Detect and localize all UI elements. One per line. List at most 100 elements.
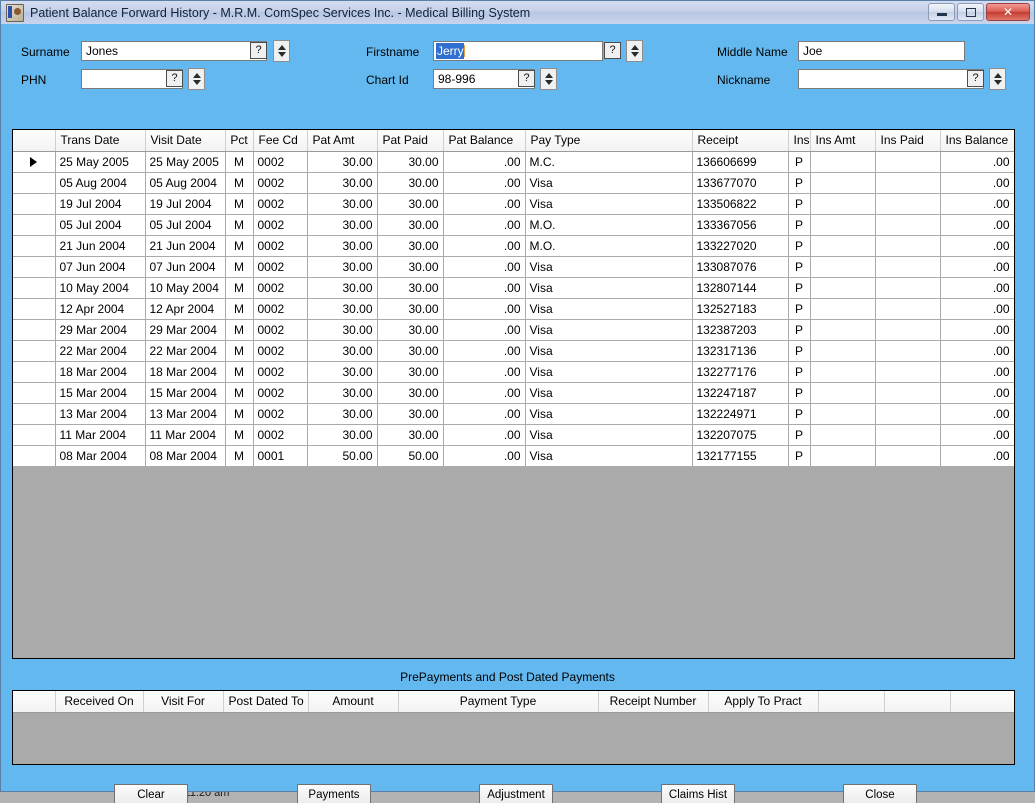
cell-trans-date[interactable]: 21 Jun 2004 <box>55 235 146 257</box>
cell-ins[interactable]: P <box>788 361 811 383</box>
cell-trans-date[interactable]: 12 Apr 2004 <box>55 298 146 320</box>
cell-pay-type[interactable]: M.C. <box>525 151 693 173</box>
row-selector[interactable] <box>13 193 56 215</box>
cell-pat-balance[interactable]: .00 <box>443 256 526 278</box>
prepay-column-visit-for[interactable]: Visit For <box>143 691 224 713</box>
cell-ins-paid[interactable] <box>875 382 941 404</box>
cell-receipt[interactable]: 133227020 <box>692 235 789 257</box>
cell-ins-paid[interactable] <box>875 424 941 446</box>
cell-ins[interactable]: P <box>788 403 811 425</box>
cell-pat-paid[interactable]: 30.00 <box>377 403 444 425</box>
cell-pay-type[interactable]: Visa <box>525 298 693 320</box>
cell-fee-cd[interactable]: 0002 <box>253 235 308 257</box>
cell-pat-balance[interactable]: .00 <box>443 445 526 467</box>
cell-ins-amt[interactable] <box>810 172 876 194</box>
cell-visit-date[interactable]: 05 Aug 2004 <box>145 172 226 194</box>
cell-ins-amt[interactable] <box>810 193 876 215</box>
cell-pat-amt[interactable]: 30.00 <box>307 319 378 341</box>
cell-ins-amt[interactable] <box>810 382 876 404</box>
row-selector[interactable] <box>13 172 56 194</box>
cell-receipt[interactable]: 133087076 <box>692 256 789 278</box>
table-row[interactable]: 15 Mar 2004 15 Mar 2004 M 0002 30.00 30.00.00… <box>13 382 1014 404</box>
cell-receipt[interactable]: 136606699 <box>692 151 789 173</box>
cell-visit-date[interactable]: 25 May 2005 <box>145 151 226 173</box>
cell-visit-date[interactable]: 19 Jul 2004 <box>145 193 226 215</box>
spinner-up-icon[interactable] <box>993 73 1002 78</box>
cell-ins-paid[interactable] <box>875 193 941 215</box>
cell-pat-amt[interactable]: 30.00 <box>307 172 378 194</box>
spinner-down-icon[interactable] <box>544 80 553 85</box>
row-selector[interactable] <box>13 256 56 278</box>
cell-ins[interactable]: P <box>788 445 811 467</box>
cell-fee-cd[interactable]: 0002 <box>253 298 308 320</box>
firstname-spinner[interactable] <box>626 40 643 62</box>
close-window-button[interactable]: ✕ <box>986 3 1030 21</box>
cell-visit-date[interactable]: 15 Mar 2004 <box>145 382 226 404</box>
cell-ins-balance[interactable]: .00 <box>940 172 1014 194</box>
cell-pat-balance[interactable]: .00 <box>443 235 526 257</box>
row-selector[interactable] <box>13 382 56 404</box>
cell-trans-date[interactable]: 19 Jul 2004 <box>55 193 146 215</box>
cell-ins[interactable]: P <box>788 298 811 320</box>
cell-ins[interactable]: P <box>788 256 811 278</box>
nickname-spinner[interactable] <box>989 68 1006 90</box>
row-selector[interactable] <box>13 424 56 446</box>
cell-pat-balance[interactable]: .00 <box>443 172 526 194</box>
cell-pat-amt[interactable]: 30.00 <box>307 214 378 236</box>
cell-pct[interactable]: M <box>225 193 254 215</box>
table-row[interactable]: 10 May 2004 10 May 2004 M 0002 30.00 30.00.00… <box>13 277 1014 299</box>
cell-ins-paid[interactable] <box>875 298 941 320</box>
cell-pay-type[interactable]: Visa <box>525 403 693 425</box>
nickname-input[interactable] <box>798 69 984 89</box>
cell-ins-amt[interactable] <box>810 298 876 320</box>
phn-lookup-button[interactable]: ? <box>166 70 183 87</box>
table-row[interactable]: 07 Jun 2004 07 Jun 2004 M 0002 30.00 30.00.00… <box>13 256 1014 278</box>
spinner-up-icon[interactable] <box>544 73 553 78</box>
cell-pat-paid[interactable]: 30.00 <box>377 235 444 257</box>
firstname-lookup-button[interactable]: ? <box>604 42 621 59</box>
cell-ins-balance[interactable]: .00 <box>940 340 1014 362</box>
cell-receipt[interactable]: 132527183 <box>692 298 789 320</box>
cell-ins[interactable]: P <box>788 172 811 194</box>
cell-pat-paid[interactable]: 30.00 <box>377 193 444 215</box>
prepay-column-blank-3[interactable] <box>950 691 1014 713</box>
column-header-fee-cd[interactable]: Fee Cd <box>253 130 308 152</box>
cell-pat-balance[interactable]: .00 <box>443 340 526 362</box>
cell-ins[interactable]: P <box>788 235 811 257</box>
cell-pat-balance[interactable]: .00 <box>443 193 526 215</box>
cell-ins[interactable]: P <box>788 151 811 173</box>
table-row[interactable]: 13 Mar 2004 13 Mar 2004 M 0002 30.00 30.00.00… <box>13 403 1014 425</box>
cell-trans-date[interactable]: 15 Mar 2004 <box>55 382 146 404</box>
cell-pct[interactable]: M <box>225 340 254 362</box>
cell-receipt[interactable]: 132387203 <box>692 319 789 341</box>
firstname-input[interactable]: Jerry <box>433 41 603 61</box>
cell-pat-paid[interactable]: 30.00 <box>377 172 444 194</box>
cell-pct[interactable]: M <box>225 361 254 383</box>
cell-ins[interactable]: P <box>788 214 811 236</box>
cell-ins-amt[interactable] <box>810 340 876 362</box>
spinner-down-icon[interactable] <box>630 52 639 57</box>
cell-visit-date[interactable]: 29 Mar 2004 <box>145 319 226 341</box>
row-selector[interactable] <box>13 235 56 257</box>
table-row[interactable]: 22 Mar 2004 22 Mar 2004 M 0002 30.00 30.00.00… <box>13 340 1014 362</box>
cell-visit-date[interactable]: 08 Mar 2004 <box>145 445 226 467</box>
column-header-pat-paid[interactable]: Pat Paid <box>377 130 444 152</box>
cell-ins-paid[interactable] <box>875 235 941 257</box>
cell-ins-balance[interactable]: .00 <box>940 235 1014 257</box>
cell-pay-type[interactable]: Visa <box>525 424 693 446</box>
cell-pct[interactable]: M <box>225 214 254 236</box>
cell-ins-balance[interactable]: .00 <box>940 382 1014 404</box>
cell-ins-paid[interactable] <box>875 172 941 194</box>
cell-receipt[interactable]: 132277176 <box>692 361 789 383</box>
payments-button[interactable]: Payments <box>297 784 371 803</box>
cell-pat-amt[interactable]: 30.00 <box>307 235 378 257</box>
column-header-visit-date[interactable]: Visit Date <box>145 130 226 152</box>
cell-pay-type[interactable]: Visa <box>525 382 693 404</box>
chart-id-lookup-button[interactable]: ? <box>518 70 535 87</box>
cell-ins-balance[interactable]: .00 <box>940 403 1014 425</box>
cell-pct[interactable]: M <box>225 403 254 425</box>
row-selector[interactable] <box>13 319 56 341</box>
cell-receipt[interactable]: 132807144 <box>692 277 789 299</box>
cell-visit-date[interactable]: 12 Apr 2004 <box>145 298 226 320</box>
cell-pay-type[interactable]: M.O. <box>525 235 693 257</box>
